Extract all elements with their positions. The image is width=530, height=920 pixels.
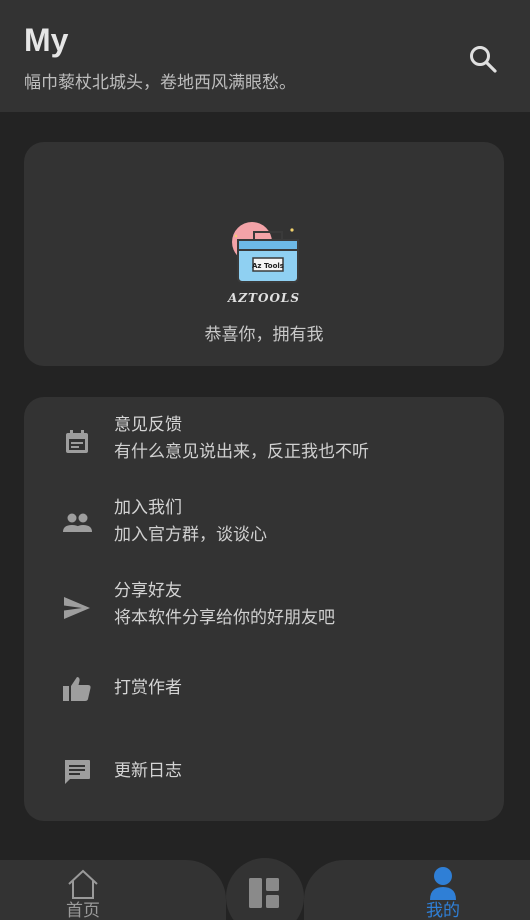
- app-header: My 幅巾藜杖北城头，卷地西风满眼愁。: [0, 0, 530, 112]
- nav-mine-label: 我的: [426, 901, 460, 920]
- menu-item-tip-author[interactable]: 打赏作者: [24, 660, 504, 742]
- bottom-navigation: 首页 我的: [0, 858, 530, 920]
- calendar-icon: [66, 430, 88, 453]
- menu-item-feedback[interactable]: 意见反馈 有什么意见说出来，反正我也不听: [24, 411, 504, 493]
- menu-item-title: 打赏作者: [114, 678, 182, 698]
- dashboard-icon: [249, 878, 279, 908]
- thumb-up-icon: [63, 677, 91, 701]
- menu-item-title: 更新日志: [114, 761, 182, 781]
- search-icon[interactable]: [466, 42, 500, 76]
- message-icon: [65, 760, 90, 784]
- menu-item-join-us[interactable]: 加入我们 加入官方群，谈谈心: [24, 494, 504, 576]
- logo-box-text: Az Tools: [252, 262, 284, 270]
- nav-center-button[interactable]: [226, 858, 304, 920]
- menu-item-subtitle: 将本软件分享给你的好朋友吧: [114, 608, 335, 628]
- congrats-text: 恭喜你，拥有我: [204, 325, 324, 345]
- menu-item-title: 分享好友: [114, 581, 182, 601]
- menu-item-share[interactable]: 分享好友 将本软件分享给你的好朋友吧: [24, 577, 504, 659]
- menu-item-title: 意见反馈: [114, 415, 182, 435]
- menu-item-subtitle: 有什么意见说出来，反正我也不听: [114, 442, 369, 462]
- nav-mine[interactable]: 我的: [304, 860, 530, 920]
- aztools-logo: Az Tools AZTOOLS: [227, 222, 300, 304]
- page-subtitle: 幅巾藜杖北城头，卷地西风满眼愁。: [24, 73, 296, 93]
- menu-item-title: 加入我们: [114, 498, 182, 518]
- page-title: My: [24, 22, 69, 58]
- nav-home-label: 首页: [66, 901, 100, 920]
- nav-home[interactable]: 首页: [0, 860, 226, 920]
- send-icon: [64, 597, 90, 619]
- menu-item-subtitle: 加入官方群，谈谈心: [114, 525, 267, 545]
- group-icon: [63, 513, 92, 532]
- menu-item-changelog[interactable]: 更新日志: [24, 743, 504, 825]
- logo-text: AZTOOLS: [227, 291, 300, 304]
- app-intro-card: Az Tools AZTOOLS 恭喜你，拥有我: [24, 142, 504, 366]
- person-icon: [430, 867, 456, 900]
- menu-card: 意见反馈 有什么意见说出来，反正我也不听 加入我们 加入官方群，谈谈心 分享好友…: [24, 397, 504, 821]
